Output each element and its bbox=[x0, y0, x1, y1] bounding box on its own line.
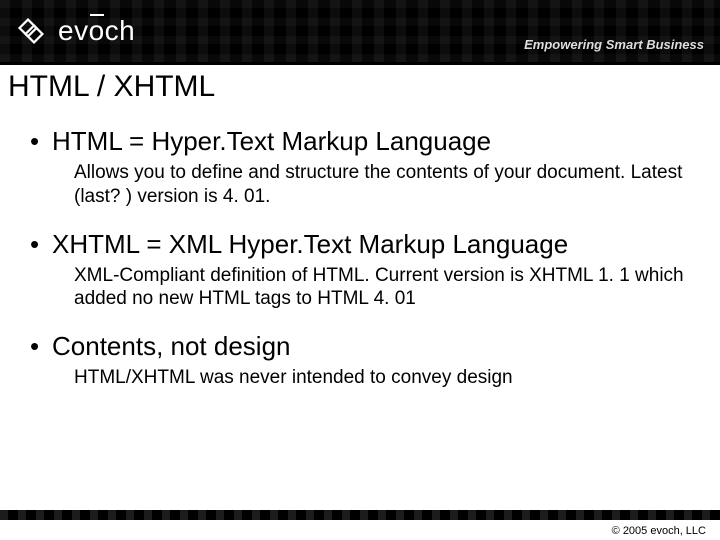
header-divider bbox=[0, 62, 720, 65]
bullet-description: HTML/XHTML was never intended to convey … bbox=[30, 366, 712, 390]
bullet-item: • Contents, not design HTML/XHTML was ne… bbox=[8, 331, 712, 390]
slide-footer: © 2005 evoch, LLC bbox=[0, 502, 720, 540]
brand-logo: evoch bbox=[0, 12, 135, 50]
evoch-logo-icon bbox=[12, 12, 50, 50]
brand-tagline: Empowering Smart Business bbox=[524, 37, 704, 52]
bullet-dot-icon: • bbox=[30, 126, 52, 157]
bullet-item: • XHTML = XML Hyper.Text Markup Language… bbox=[8, 229, 712, 312]
bullet-item: • HTML = Hyper.Text Markup Language Allo… bbox=[8, 126, 712, 209]
footer-divider bbox=[0, 510, 720, 520]
slide-header: evoch Empowering Smart Business bbox=[0, 0, 720, 62]
bullet-heading-text: XHTML = XML Hyper.Text Markup Language bbox=[52, 229, 568, 260]
bullet-heading: • XHTML = XML Hyper.Text Markup Language bbox=[30, 229, 712, 260]
slide-title: HTML / XHTML bbox=[8, 70, 712, 104]
brand-name: evoch bbox=[58, 15, 135, 47]
bullet-description: Allows you to define and structure the c… bbox=[30, 161, 712, 209]
bullet-heading: • Contents, not design bbox=[30, 331, 712, 362]
bullet-description: XML-Compliant definition of HTML. Curren… bbox=[30, 264, 712, 312]
bullet-dot-icon: • bbox=[30, 229, 52, 260]
bullet-heading-text: HTML = Hyper.Text Markup Language bbox=[52, 126, 491, 157]
copyright-text: © 2005 evoch, LLC bbox=[612, 525, 706, 537]
bullet-heading-text: Contents, not design bbox=[52, 331, 291, 362]
bullet-dot-icon: • bbox=[30, 331, 52, 362]
slide-content: HTML / XHTML • HTML = Hyper.Text Markup … bbox=[0, 62, 720, 390]
bullet-heading: • HTML = Hyper.Text Markup Language bbox=[30, 126, 712, 157]
